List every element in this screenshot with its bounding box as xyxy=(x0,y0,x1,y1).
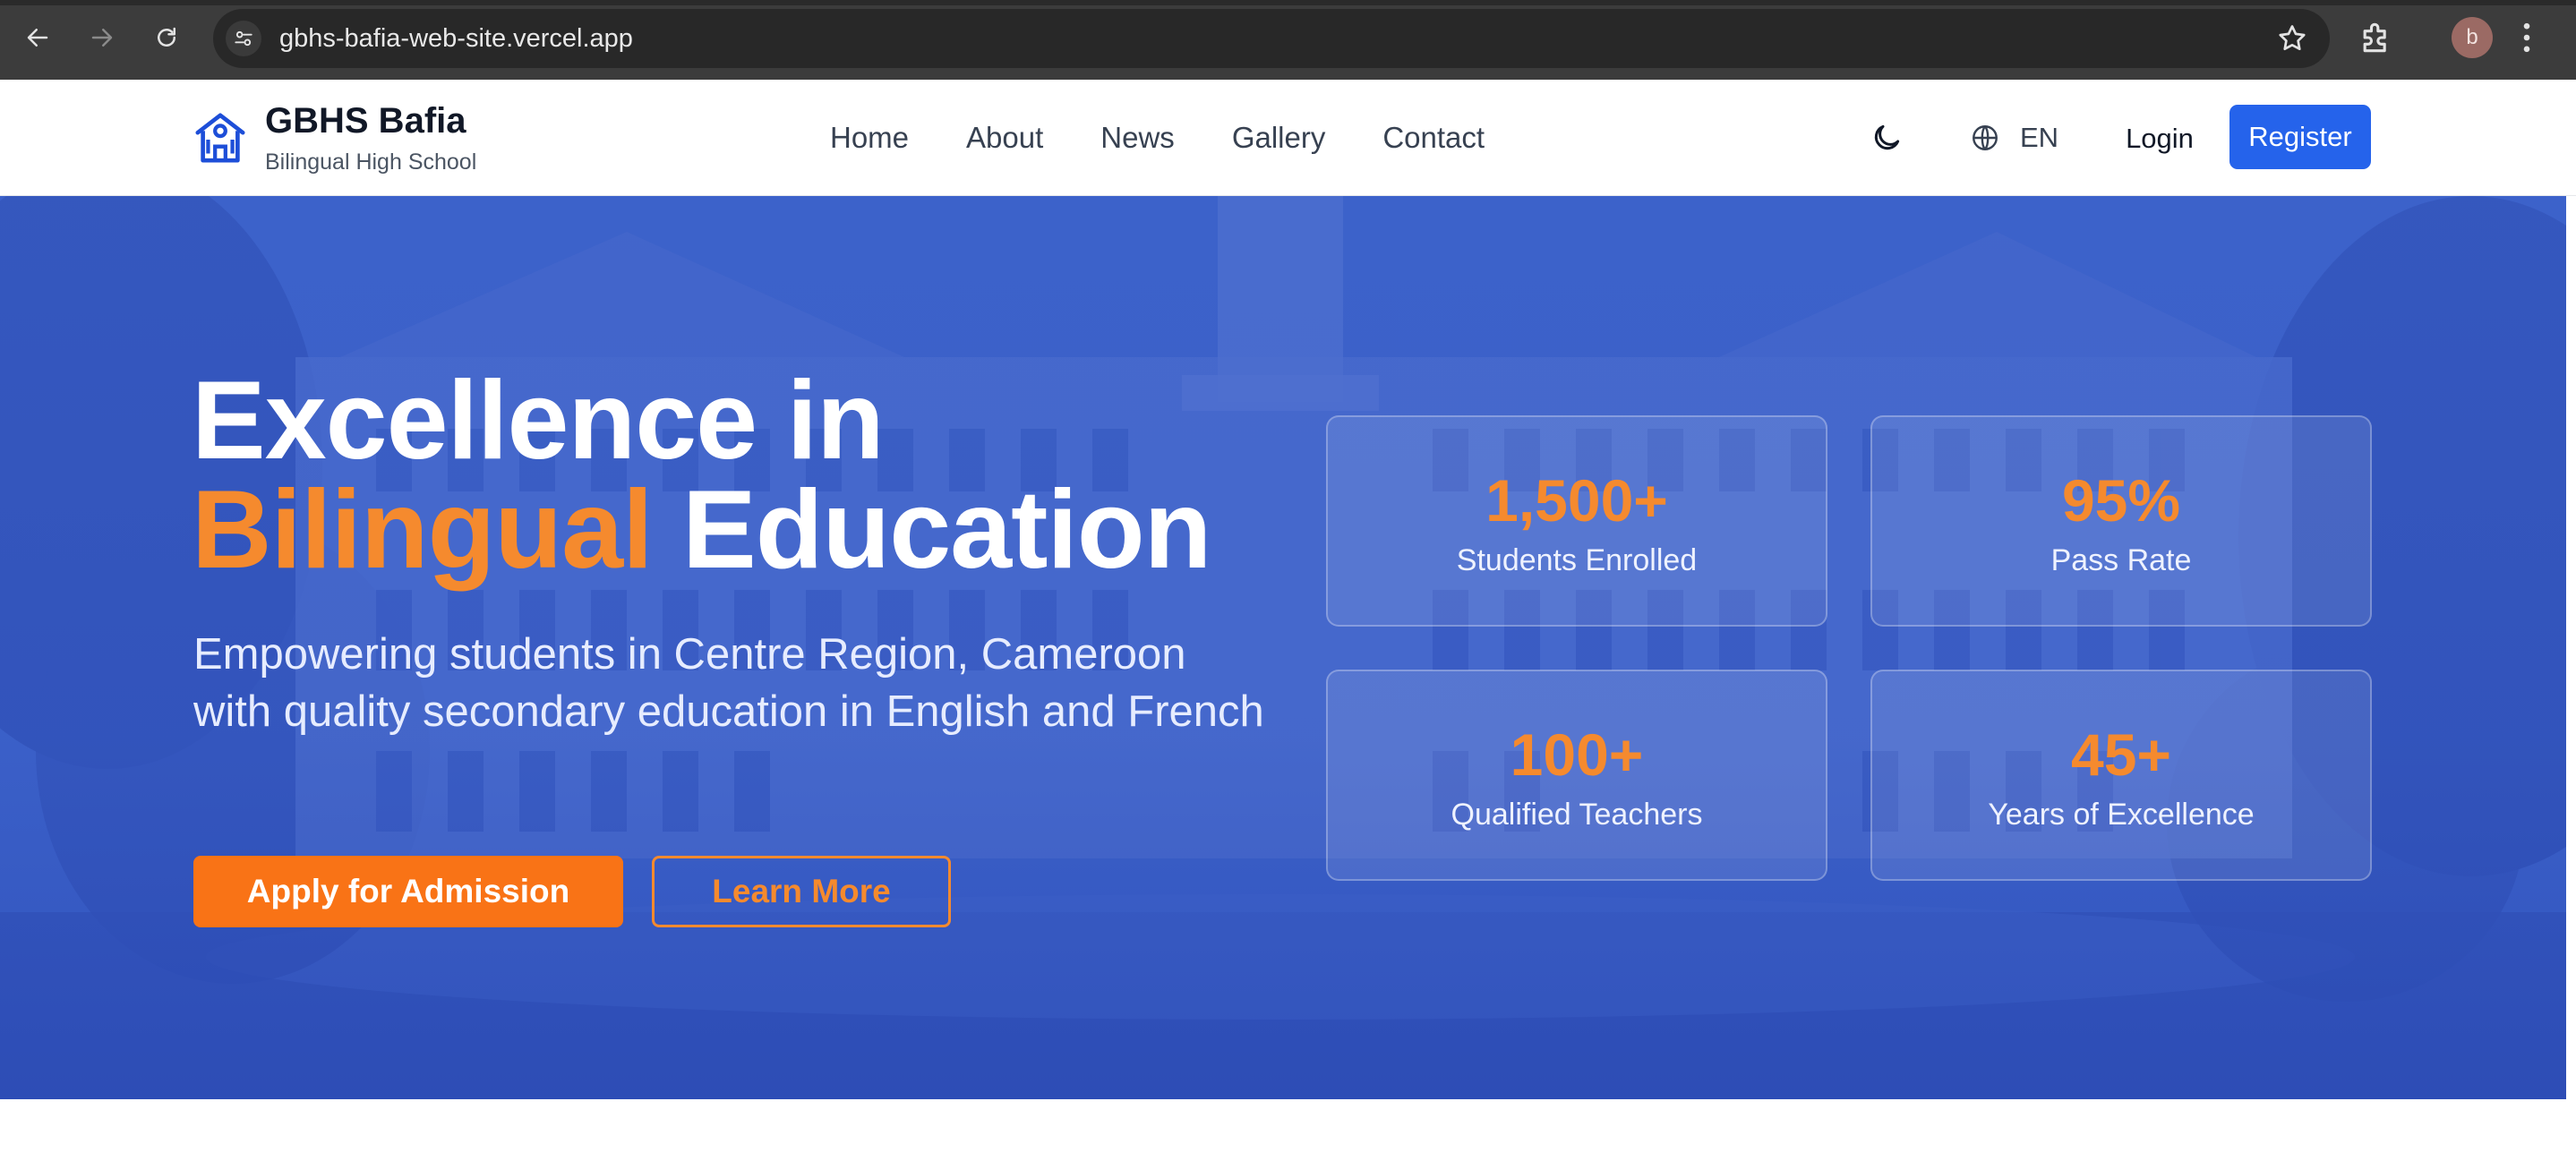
stat-card-students: 1,500+ Students Enrolled xyxy=(1326,415,1827,627)
hero-title-rest: Education xyxy=(682,468,1211,592)
browser-tab-strip-edge xyxy=(0,0,2576,5)
stat-value: 95% xyxy=(2061,466,2181,534)
globe-icon xyxy=(1973,125,1998,150)
nav-about[interactable]: About xyxy=(966,121,1043,155)
site-settings-button[interactable] xyxy=(226,21,261,56)
extensions-icon[interactable] xyxy=(2357,18,2396,57)
url-text[interactable]: gbhs-bafia-web-site.vercel.app xyxy=(279,9,633,68)
brand-name[interactable]: GBHS Bafia xyxy=(265,101,466,141)
language-label: EN xyxy=(2020,122,2059,153)
brand-tagline: Bilingual High School xyxy=(265,149,477,175)
hero-section: Excellence in Bilingual Education Empowe… xyxy=(0,196,2566,1099)
stat-label: Qualified Teachers xyxy=(1451,797,1703,832)
profile-avatar[interactable]: b xyxy=(2452,17,2493,58)
browser-toolbar: gbhs-bafia-web-site.vercel.app b xyxy=(0,0,2576,80)
stat-value: 100+ xyxy=(1510,721,1644,788)
login-button[interactable]: Login xyxy=(2110,115,2210,162)
learn-more-button[interactable]: Learn More xyxy=(652,856,951,927)
stat-card-years: 45+ Years of Excellence xyxy=(1870,670,2372,881)
register-button[interactable]: Register xyxy=(2229,105,2371,169)
nav-news[interactable]: News xyxy=(1100,121,1175,155)
main-nav: Home About News Gallery Contact xyxy=(830,80,1485,196)
nav-home[interactable]: Home xyxy=(830,121,909,155)
star-icon[interactable] xyxy=(2276,22,2308,55)
nav-gallery[interactable]: Gallery xyxy=(1232,121,1326,155)
stat-card-teachers: 100+ Qualified Teachers xyxy=(1326,670,1827,881)
school-icon[interactable] xyxy=(193,109,248,166)
site-header: GBHS Bafia Bilingual High School Home Ab… xyxy=(0,80,2576,196)
more-vert-icon[interactable] xyxy=(2507,16,2546,59)
stat-card-pass-rate: 95% Pass Rate xyxy=(1870,415,2372,627)
hero-title: Excellence in Bilingual Education xyxy=(192,365,1356,585)
stat-label: Years of Excellence xyxy=(1988,797,2255,832)
forward-button[interactable] xyxy=(81,16,124,59)
forward-icon xyxy=(91,29,113,47)
nav-contact[interactable]: Contact xyxy=(1382,121,1485,155)
stat-value: 45+ xyxy=(2071,721,2171,788)
hero-title-line1: Excellence in xyxy=(192,359,885,482)
stat-label: Students Enrolled xyxy=(1456,542,1698,577)
back-button[interactable] xyxy=(16,16,59,59)
back-icon xyxy=(27,29,48,47)
site-settings-icon xyxy=(235,30,252,47)
apply-for-admission-button[interactable]: Apply for Admission xyxy=(193,856,623,927)
stat-value: 1,500+ xyxy=(1485,466,1668,534)
address-bar[interactable]: gbhs-bafia-web-site.vercel.app xyxy=(213,9,2330,68)
hero-title-accent: Bilingual xyxy=(192,468,654,592)
reload-button[interactable] xyxy=(145,16,188,59)
language-switcher[interactable]: EN xyxy=(1970,115,2058,160)
reload-icon xyxy=(158,27,175,47)
hero-subtitle: Empowering students in Centre Region, Ca… xyxy=(193,630,1264,736)
moon-icon[interactable] xyxy=(1870,121,1904,155)
stat-label: Pass Rate xyxy=(2050,542,2192,577)
